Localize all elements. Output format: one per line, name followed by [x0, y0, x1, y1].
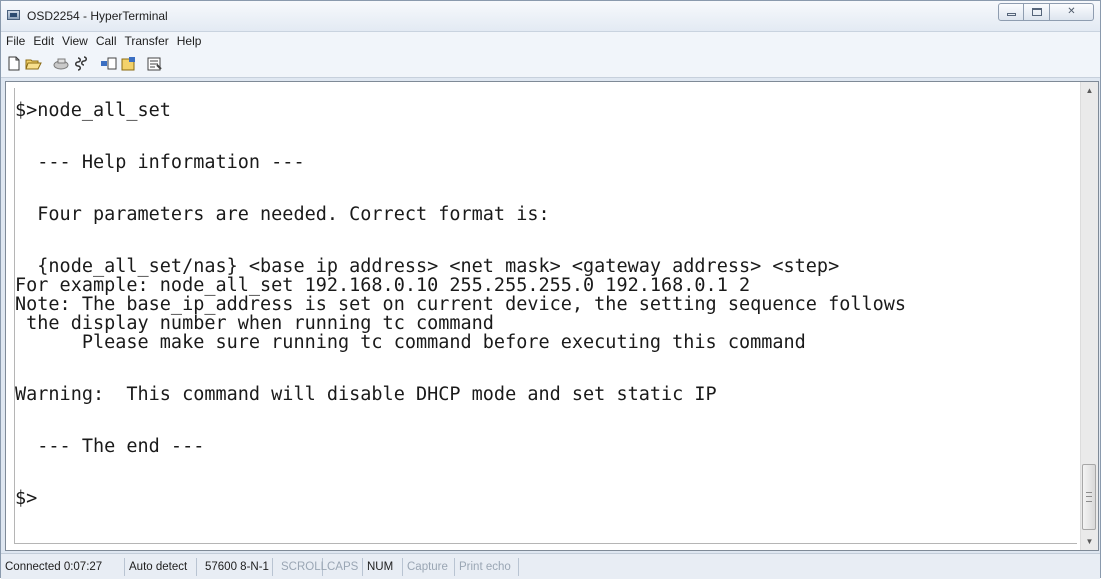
title-bar[interactable]: OSD2254 - HyperTerminal ✕ [1, 1, 1100, 32]
status-settings: 57600 8-N-1 [201, 558, 273, 576]
caption-buttons: ✕ [998, 3, 1094, 21]
close-button[interactable]: ✕ [1050, 3, 1094, 21]
window-title: OSD2254 - HyperTerminal [27, 9, 168, 23]
toolbar [1, 51, 1100, 78]
menu-transfer[interactable]: Transfer [121, 32, 173, 49]
send-icon[interactable] [100, 56, 117, 72]
receive-icon[interactable] [120, 56, 137, 72]
terminal-line: For example: node_all_set 192.168.0.10 2… [15, 275, 751, 296]
terminal-line: Warning: This command will disable DHCP … [15, 384, 717, 405]
status-detect: Auto detect [125, 558, 197, 576]
grip-icon [1086, 492, 1092, 502]
status-bar: Connected 0:07:27 Auto detect 57600 8-N-… [1, 553, 1100, 579]
hyperterminal-app-icon[interactable] [7, 10, 20, 20]
status-scroll: SCROLL [277, 558, 327, 576]
maximize-icon [1032, 8, 1042, 16]
menu-edit[interactable]: Edit [29, 32, 58, 49]
terminal-line: $> [15, 488, 38, 509]
minimize-button[interactable] [998, 3, 1024, 21]
terminal-line: --- Help information --- [15, 152, 305, 173]
scroll-down-arrow-icon[interactable]: ▼ [1081, 533, 1098, 550]
minimize-icon [1007, 13, 1016, 16]
terminal-line: Note: The base_ip_address is set on curr… [15, 294, 907, 315]
open-folder-icon[interactable] [25, 56, 42, 72]
terminal-line: {node_all_set/nas} <base ip address> <ne… [15, 256, 840, 277]
menu-view[interactable]: View [58, 32, 92, 49]
menu-bar: File Edit View Call Transfer Help [1, 32, 1100, 51]
close-icon: ✕ [1067, 6, 1076, 17]
disconnect-icon[interactable] [73, 56, 90, 72]
menu-file[interactable]: File [1, 32, 29, 49]
new-document-icon[interactable] [5, 56, 22, 72]
vertical-scrollbar[interactable]: ▲ ▼ [1080, 82, 1098, 550]
maximize-button[interactable] [1024, 3, 1050, 21]
terminal-line: --- The end --- [15, 436, 205, 457]
scroll-up-arrow-icon[interactable]: ▲ [1081, 82, 1098, 99]
status-connected: Connected 0:07:27 [1, 558, 125, 576]
scroll-thumb[interactable] [1082, 464, 1096, 530]
terminal-screen[interactable]: $>node_all_set --- Help information --- … [6, 82, 1081, 550]
status-caps: CAPS [323, 558, 363, 576]
terminal-line: $>node_all_set [15, 100, 171, 121]
terminal-frame: $>node_all_set --- Help information --- … [5, 81, 1099, 551]
terminal-output: $>node_all_set --- Help information --- … [14, 88, 1077, 544]
terminal-line: Four parameters are needed. Correct form… [15, 204, 550, 225]
terminal-line: Please make sure running tc command befo… [15, 332, 806, 353]
menu-call[interactable]: Call [92, 32, 121, 49]
hyperterminal-window: OSD2254 - HyperTerminal ✕ File Edit View Ca… [0, 0, 1101, 579]
status-print-echo: Print echo [455, 558, 519, 576]
status-capture: Capture [403, 558, 455, 576]
terminal-line: the display number when running tc comma… [15, 313, 494, 334]
call-icon[interactable] [53, 56, 70, 72]
properties-icon[interactable] [146, 56, 163, 72]
menu-help[interactable]: Help [173, 32, 206, 49]
status-num: NUM [363, 558, 403, 576]
